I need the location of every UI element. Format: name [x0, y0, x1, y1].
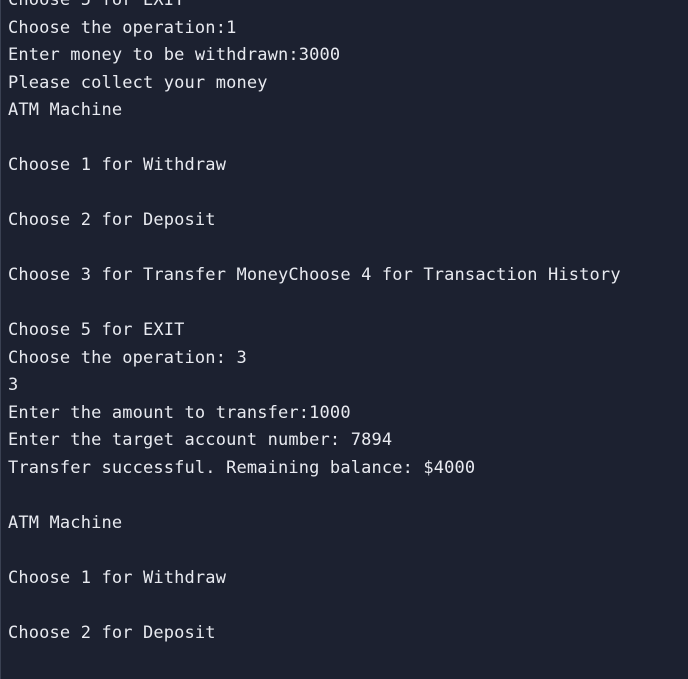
- console-output-panel: Choose 5 for EXIT Choose the operation:1…: [0, 0, 688, 679]
- console-line: Choose 5 for EXIT: [8, 0, 185, 10]
- console-line: Enter money to be withdrawn:3000: [8, 45, 341, 65]
- console-line: Enter the amount to transfer:1000: [8, 402, 351, 423]
- console-line: 3: [8, 375, 19, 395]
- console-line-blank: [8, 290, 621, 318]
- console-line: ATM Machine: [8, 100, 123, 120]
- console-line: Choose 3 for Transfer MoneyChoose 4 for …: [8, 265, 621, 285]
- console-line-blank: [8, 235, 621, 263]
- console-line: Choose 2 for Deposit: [8, 622, 216, 643]
- console-line-blank: [8, 125, 621, 153]
- console-line: Choose 5 for EXIT: [8, 320, 185, 340]
- console-line: Choose 1 for Withdraw: [8, 567, 227, 588]
- console-line-blank: [8, 592, 621, 620]
- console-line: ATM Machine: [8, 512, 123, 533]
- console-line: Choose the operation: 3: [8, 347, 247, 368]
- console-line: Choose the operation:1: [8, 17, 237, 38]
- console-line: Please collect your money: [8, 72, 268, 93]
- console-line: Choose 2 for Deposit: [8, 210, 216, 230]
- console-line-blank: [8, 537, 621, 565]
- console-lines: Choose 5 for EXIT Choose the operation:1…: [8, 0, 621, 647]
- console-line: Choose 1 for Withdraw: [8, 155, 227, 175]
- console-line-blank: [8, 180, 621, 208]
- console-line: Transfer successful. Remaining balance: …: [8, 457, 476, 478]
- console-line-blank: [8, 482, 621, 510]
- console-line: Enter the target account number: 7894: [8, 430, 393, 450]
